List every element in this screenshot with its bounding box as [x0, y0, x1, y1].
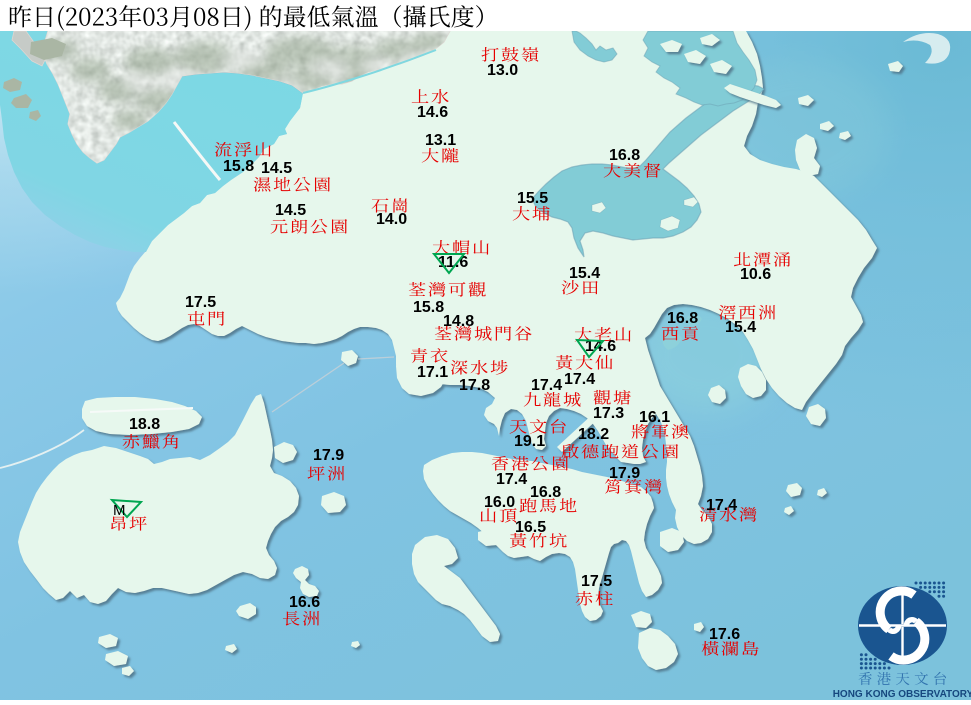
svg-text:15.4: 15.4: [725, 319, 756, 336]
svg-text:17.5: 17.5: [581, 573, 612, 590]
svg-text:16.0: 16.0: [484, 494, 515, 511]
svg-text:19.1: 19.1: [514, 433, 545, 450]
svg-text:14.5: 14.5: [275, 202, 306, 219]
svg-text:M: M: [113, 502, 126, 519]
svg-text:16.8: 16.8: [609, 147, 640, 164]
svg-text:17.9: 17.9: [313, 447, 344, 464]
svg-text:15.5: 15.5: [517, 190, 548, 207]
svg-text:17.6: 17.6: [709, 626, 740, 643]
svg-text:17.9: 17.9: [609, 465, 640, 482]
svg-text:17.8: 17.8: [459, 377, 490, 394]
svg-text:17.4: 17.4: [496, 471, 527, 488]
svg-text:14.0: 14.0: [376, 211, 407, 228]
svg-text:16.6: 16.6: [289, 594, 320, 611]
svg-text:14.6: 14.6: [417, 104, 448, 121]
svg-text:18.2: 18.2: [578, 426, 609, 443]
svg-text:HONG KONG OBSERVATORY: HONG KONG OBSERVATORY: [833, 689, 971, 700]
svg-text:17.4: 17.4: [531, 377, 562, 394]
svg-text:15.8: 15.8: [413, 299, 444, 316]
svg-text:13.0: 13.0: [487, 62, 518, 79]
svg-text:16.1: 16.1: [639, 409, 670, 426]
svg-text:15.4: 15.4: [569, 265, 600, 282]
svg-text:17.4: 17.4: [706, 497, 737, 514]
svg-text:14.8: 14.8: [443, 313, 474, 330]
svg-text:17.4: 17.4: [564, 371, 595, 388]
svg-text:16.8: 16.8: [530, 484, 561, 501]
svg-text:14.5: 14.5: [261, 160, 292, 177]
svg-text:18.8: 18.8: [129, 416, 160, 433]
svg-text:17.3: 17.3: [593, 405, 624, 422]
svg-text:13.1: 13.1: [425, 132, 456, 149]
svg-text:10.6: 10.6: [740, 266, 771, 283]
svg-text:16.8: 16.8: [667, 310, 698, 327]
svg-text:17.5: 17.5: [185, 294, 216, 311]
svg-text:15.8: 15.8: [223, 158, 254, 175]
svg-text:17.1: 17.1: [417, 364, 448, 381]
svg-text:16.5: 16.5: [515, 519, 546, 536]
